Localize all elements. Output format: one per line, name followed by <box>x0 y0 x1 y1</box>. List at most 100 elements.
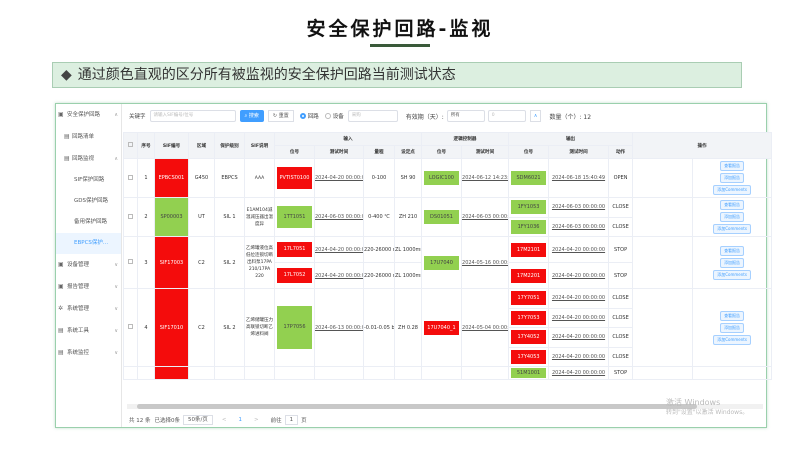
input-time[interactable]: 2024-06-03 00:00:00 <box>314 197 364 237</box>
sidebar-item-6[interactable]: EBPCS保护... <box>56 233 121 254</box>
view-report-button[interactable]: 查看报告 <box>720 310 745 321</box>
output-time[interactable]: 2024-06-18 15:40:49 <box>548 158 610 198</box>
reset-button[interactable]: ↻ 重置 <box>267 110 294 122</box>
logic-tag: LOGIC100 <box>424 171 460 185</box>
add-comment-button[interactable]: 添加Comments <box>713 334 751 345</box>
row-checkbox[interactable] <box>123 366 138 380</box>
output-time[interactable]: 2024-04-20 00:00:00 <box>548 307 610 328</box>
header-select[interactable] <box>123 132 138 159</box>
header-area: 区域 <box>188 132 215 159</box>
input-tag: 1TT1051 <box>277 206 312 228</box>
header-logic-time: 测试时间 <box>461 145 510 159</box>
level-cell: SIL 1 <box>214 197 245 237</box>
sidebar-item-7[interactable]: ▣ 设备管理 ∨ <box>56 254 121 276</box>
prev-page-button[interactable]: < <box>222 417 227 423</box>
input-tag-cell: 1TT1051 <box>274 197 315 237</box>
sidebar-item-2[interactable]: ▤ 回路监视 ∧ <box>56 148 121 170</box>
add-report-button[interactable]: 添加报告 <box>720 257 745 268</box>
sif-cell: SIF17010 <box>154 288 189 367</box>
sif-cell: SIF17003 <box>154 236 189 289</box>
desc-cell <box>244 366 275 380</box>
range-cell: 220-26000 m <box>363 262 395 289</box>
page-number[interactable]: 1 <box>238 417 242 423</box>
logic-tag: 17U7040 <box>424 255 460 270</box>
add-comment-button[interactable]: 添加Comments <box>713 224 751 234</box>
keyword-input[interactable]: 请输入SIF编号/位号 <box>149 110 236 122</box>
header-setpoint: 设定点 <box>393 145 423 159</box>
slide-title: 安全保护回路-监视 <box>306 18 494 40</box>
next-page-button[interactable]: > <box>254 417 259 423</box>
chevron-icon: ∨ <box>114 328 118 334</box>
output-time[interactable]: 2024-04-20 00:00:00 <box>548 288 610 309</box>
logic-time[interactable]: 2024-06-03 00:00:00 <box>461 197 510 237</box>
sidebar-item-label: 报告管理 <box>67 284 90 290</box>
area-cell: G450 <box>188 158 215 198</box>
output-tag: 1FY1036 <box>511 219 547 234</box>
output-tag: 51M1001 <box>511 368 547 378</box>
radio-loop[interactable] <box>299 113 306 119</box>
row-checkbox[interactable] <box>123 288 138 367</box>
action-cell: STOP <box>608 366 634 380</box>
add-report-button[interactable]: 添加报告 <box>720 173 745 183</box>
goto-input[interactable]: 1 <box>284 415 299 425</box>
row-checkbox[interactable] <box>123 158 138 198</box>
input-tag-cell: 17L7052 <box>274 262 315 289</box>
scrollbar-thumb[interactable] <box>137 404 697 409</box>
validity-number[interactable]: 0 <box>487 110 526 122</box>
output-time[interactable]: 2024-04-20 00:00:00 <box>548 236 610 263</box>
output-time[interactable]: 2024-06-03 00:00:00 <box>548 216 610 237</box>
output-time[interactable]: 2024-04-20 00:00:00 <box>548 346 610 367</box>
sidebar-item-9[interactable]: ✲ 系统管理 ∨ <box>56 298 121 320</box>
seq-cell: 3 <box>137 236 155 289</box>
view-report-button[interactable]: 查看报告 <box>720 200 745 210</box>
output-time[interactable]: 2024-06-03 00:00:00 <box>548 197 610 218</box>
keyword-label: 关键字 <box>129 114 146 120</box>
header-level: 保护级别 <box>214 132 245 159</box>
add-report-button[interactable]: 添加报告 <box>720 212 745 222</box>
page-unit: 页 <box>301 418 307 424</box>
logic-time[interactable]: 2024-05-04 00:00:00 <box>461 288 510 367</box>
action-cell: CLOSE <box>608 327 634 348</box>
page-size-select[interactable]: 50条/页 <box>183 415 213 425</box>
sidebar-item-10[interactable]: ▤ 系统工具 ∨ <box>56 320 121 342</box>
category-select[interactable]: 采购 <box>347 110 398 122</box>
action-cell: CLOSE <box>608 288 634 309</box>
add-comment-button[interactable]: 添加Comments <box>713 269 751 280</box>
search-button[interactable]: ⌕ 搜索 <box>239 110 264 122</box>
sidebar-item-5[interactable]: 备用保护回路 <box>56 212 121 233</box>
sidebar-item-1[interactable]: ▤ 回路清单 <box>56 126 121 148</box>
row-checkbox[interactable] <box>123 197 138 237</box>
output-tag: 17M2201 <box>511 268 547 283</box>
pagination: 共 12 条 已选择0条 50条/页 < 1 > 前往 1 页 <box>129 415 307 425</box>
validity-label: 有效期（天）: <box>405 113 444 121</box>
view-report-button[interactable]: 查看报告 <box>720 245 745 256</box>
setpoint-cell: ZL 1000mm <box>393 262 423 289</box>
total-count: 共 12 条 <box>129 418 151 424</box>
header-sif: SIF编号 <box>154 132 189 159</box>
sort-button[interactable]: ∧ <box>529 110 542 122</box>
sidebar-item-3[interactable]: SIF保护回路 <box>56 170 121 191</box>
sidebar-item-4[interactable]: GDS保护回路 <box>56 191 121 212</box>
output-time[interactable]: 2024-04-20 00:00:00 <box>548 262 610 289</box>
view-report-button[interactable]: 查看报告 <box>720 161 745 171</box>
input-time[interactable]: 2024-04-20 00:00:00 <box>314 236 364 263</box>
row-checkbox[interactable] <box>123 236 138 289</box>
input-time[interactable]: 2024-04-20 00:00:00 <box>314 158 364 198</box>
add-comment-button[interactable]: 添加Comments <box>713 185 751 195</box>
sidebar-item-0[interactable]: ▣ 安全保护回路 ∧ <box>56 104 121 126</box>
radio-loop-label: 回路 <box>307 114 319 120</box>
logic-time[interactable]: 2024-06-12 14:23:52 <box>461 158 510 198</box>
logic-time[interactable]: 2024-05-16 00:00:00 <box>461 236 510 289</box>
output-time[interactable]: 2024-04-20 00:00:00 <box>548 366 610 380</box>
add-report-button[interactable]: 添加报告 <box>720 322 745 333</box>
input-time[interactable]: 2024-06-13 00:00:00 <box>314 288 364 367</box>
op-cell: 查看报告添加报告添加Comments <box>692 197 773 237</box>
sidebar-item-8[interactable]: ▣ 报告管理 ∨ <box>56 276 121 298</box>
input-time[interactable]: 2024-04-20 00:00:00 <box>314 262 364 289</box>
output-time[interactable]: 2024-04-20 00:00:00 <box>548 327 610 348</box>
radio-device[interactable] <box>324 113 331 119</box>
logic-time[interactable] <box>461 366 510 380</box>
validity-select[interactable]: 所有 <box>446 110 485 122</box>
sidebar-item-label: 系统工具 <box>67 328 90 334</box>
sidebar-item-11[interactable]: ▤ 系统监控 ∨ <box>56 342 121 364</box>
